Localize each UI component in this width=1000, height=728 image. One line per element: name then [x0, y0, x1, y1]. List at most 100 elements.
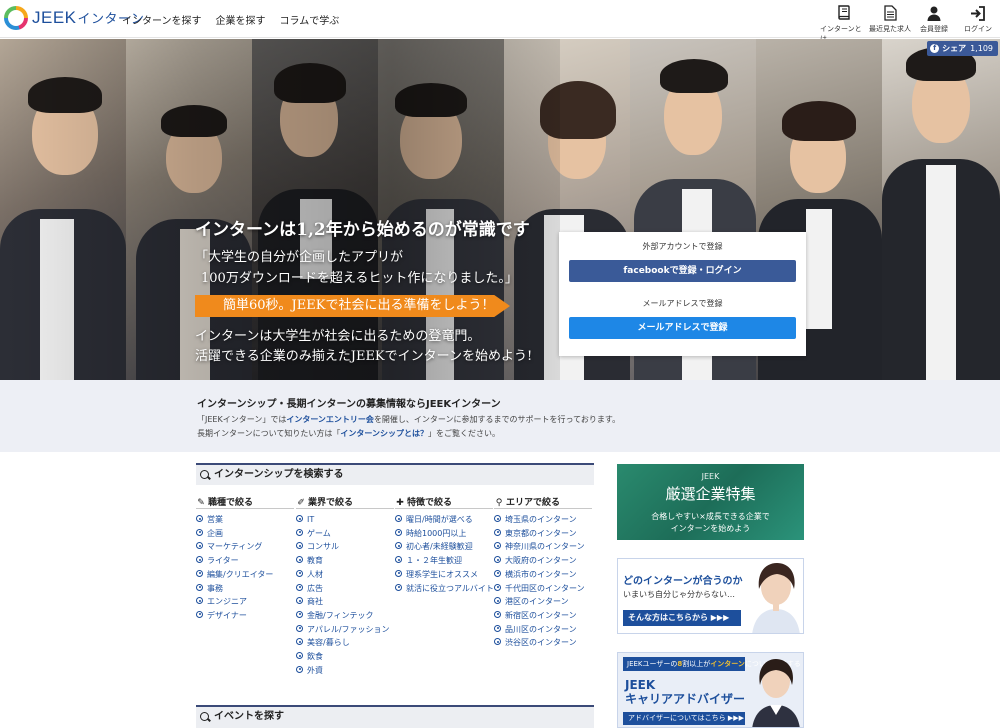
search-link[interactable]: マーケティング: [196, 540, 294, 554]
search-link[interactable]: 横浜市のインターン: [494, 568, 592, 582]
search-link-list: 埼玉県のインターン 東京都のインターン 神奈川県のインターン 大阪府のインターン 横浜市…: [494, 513, 592, 650]
search-link[interactable]: 就活に役立つアルバイト: [395, 582, 494, 596]
search-link[interactable]: ライター: [196, 554, 294, 568]
internship-search: インターンシップを検索する ✎ 職種で絞る 営業 企画 マーケティング ライター 編集/クリ…: [196, 463, 594, 697]
search-link[interactable]: ゲーム: [296, 527, 394, 541]
search-link[interactable]: IT: [296, 513, 394, 527]
search-link[interactable]: 渋谷区のインターン: [494, 636, 592, 650]
entry-event-link[interactable]: インターンエントリー会: [286, 415, 374, 424]
search-link[interactable]: 営業: [196, 513, 294, 527]
circle-bullet-icon: [494, 610, 501, 618]
ad2-button: そんな方はこちらから ▶▶▶: [623, 610, 741, 626]
internship-match-banner[interactable]: どのインターンが合うのか いまいち自分じゃ分からない… そんな方はこちらから ▶…: [617, 558, 804, 634]
search-link[interactable]: 品川区のインターン: [494, 623, 592, 637]
search-link[interactable]: 企画: [196, 527, 294, 541]
search-link[interactable]: 商社: [296, 595, 394, 609]
search-link[interactable]: 埼玉県のインターン: [494, 513, 592, 527]
circle-bullet-icon: [395, 528, 402, 536]
featured-companies-banner[interactable]: JEEK 厳選企業特集 合格しやすい×成長できる企業で インターンを始めよう: [617, 464, 804, 540]
circle-bullet-icon: [395, 583, 402, 591]
nav-login[interactable]: ログイン: [956, 4, 1000, 44]
circle-bullet-icon: [196, 556, 203, 564]
nav-about-internship[interactable]: インターンとは: [820, 4, 868, 44]
nav-recent-label: 最近見た求人: [869, 25, 911, 33]
search-column: ✎ 職種で絞る 営業 企画 マーケティング ライター 編集/クリエイター 事務 エンジニア デザイ…: [196, 495, 294, 623]
nav-recent-jobs[interactable]: 最近見た求人: [868, 4, 912, 44]
search-link-list: 営業 企画 マーケティング ライター 編集/クリエイター 事務 エンジニア デザイナー: [196, 513, 294, 623]
document-icon: [881, 4, 899, 22]
search-link[interactable]: コンサル: [296, 540, 394, 554]
intro-line-2: 長期インターンについて知りたい方は「インターンシップとは？」をご覧ください。: [197, 429, 500, 438]
search-link[interactable]: 大阪府のインターン: [494, 554, 592, 568]
circle-bullet-icon: [494, 542, 501, 550]
share-count: 1,109: [970, 44, 993, 53]
search-link[interactable]: 神奈川県のインターン: [494, 540, 592, 554]
circle-bullet-icon: [196, 597, 203, 605]
plus-icon: ✚: [396, 498, 404, 508]
circle-bullet-icon: [494, 583, 501, 591]
event-title: イベントを探す: [214, 711, 284, 722]
search-link[interactable]: 初心者/未経験歓迎: [395, 540, 493, 554]
career-advisor-banner[interactable]: JEEKユーザーの8割以上がインターンについて相談する JEEK キャリアアドバ…: [617, 652, 804, 728]
circle-bullet-icon: [196, 569, 203, 577]
search-column: ⚲ エリアで絞る 埼玉県のインターン 東京都のインターン 神奈川県のインターン 大阪府のイ…: [494, 495, 592, 650]
hero-photo-8: [882, 39, 1000, 380]
woman-illustration: [752, 563, 800, 633]
search-link[interactable]: 美容/暮らし: [296, 636, 394, 650]
search-link[interactable]: アパレル/ファッション: [296, 623, 394, 637]
circle-bullet-icon: [494, 569, 501, 577]
logo-text: JEEK: [32, 8, 77, 27]
search-link[interactable]: 広告: [296, 582, 394, 596]
search-link[interactable]: 時給1000円以上: [395, 527, 493, 541]
hero-headline: インターンは1,2年から始めるのが常識です: [195, 220, 530, 240]
search-link[interactable]: エンジニア: [196, 595, 294, 609]
search-link[interactable]: 理系学生にオススメ: [395, 568, 493, 582]
circle-bullet-icon: [296, 610, 303, 618]
email-register-button[interactable]: メールアドレスで登録: [569, 317, 796, 339]
facebook-login-button[interactable]: facebookで登録・ログイン: [569, 260, 796, 282]
circle-bullet-icon: [395, 515, 402, 522]
search-link[interactable]: 港区のインターン: [494, 595, 592, 609]
search-link[interactable]: 東京都のインターン: [494, 527, 592, 541]
hero-section: インターンは1,2年から始めるのが常識です 「大学生の自分が企画したアプリが 1…: [0, 39, 1000, 380]
nav-login-label: ログイン: [964, 25, 992, 33]
register-box: 外部アカウントで登録 facebookで登録・ログイン メールアドレスで登録 メ…: [559, 232, 806, 356]
facebook-share-button[interactable]: f シェア 1,109: [927, 41, 998, 56]
search-link[interactable]: 飲食: [296, 650, 394, 664]
hero-quote: 「大学生の自分が企画したアプリが 100万ダウンロードを超えるヒット作になりまし…: [195, 247, 518, 289]
search-column-title: ✚ 特徴で絞る: [395, 495, 493, 509]
circle-bullet-icon: [296, 569, 303, 577]
ad1-title: 厳選企業特集: [665, 485, 756, 503]
nav-find-internship[interactable]: インターンを探す: [122, 12, 202, 27]
search-link[interactable]: 金融/フィンテック: [296, 609, 394, 623]
search-link[interactable]: 外資: [296, 664, 394, 678]
search-link[interactable]: 人材: [296, 568, 394, 582]
advisor-illustration: [752, 659, 800, 727]
circle-bullet-icon: [494, 556, 501, 564]
nav-signup[interactable]: 会員登録: [912, 4, 956, 44]
what-is-internship-link[interactable]: インターンシップとは？: [340, 429, 428, 438]
search-link[interactable]: デザイナー: [196, 609, 294, 623]
search-link[interactable]: 曜日/時間が選べる: [395, 513, 493, 527]
circle-bullet-icon: [196, 528, 203, 536]
hero-banner: 簡単60秒。JEEKで社会に出る準備をしよう！: [195, 295, 510, 317]
circle-bullet-icon: [196, 583, 203, 591]
search-link[interactable]: 事務: [196, 582, 294, 596]
circle-bullet-icon: [296, 624, 303, 632]
global-nav: インターンを探す 企業を探す コラムで学ぶ: [122, 12, 339, 27]
search-link[interactable]: 新宿区のインターン: [494, 609, 592, 623]
search-link[interactable]: 千代田区のインターン: [494, 582, 592, 596]
circle-bullet-icon: [494, 624, 501, 632]
search-link[interactable]: 教育: [296, 554, 394, 568]
ad2-title: どのインターンが合うのか: [623, 576, 743, 587]
ad3-button: アドバイザーについてはこちら ▶▶▶: [623, 712, 745, 725]
nav-column[interactable]: コラムで学ぶ: [280, 12, 340, 27]
circle-bullet-icon: [296, 597, 303, 605]
search-link[interactable]: １・２年生歓迎: [395, 554, 493, 568]
facebook-icon: f: [930, 44, 940, 53]
search-column-title: ⚲ エリアで絞る: [494, 495, 592, 509]
search-link[interactable]: 編集/クリエイター: [196, 568, 294, 582]
nav-find-company[interactable]: 企業を探す: [216, 12, 266, 27]
site-header: JEEKインターン インターンを探す 企業を探す コラムで学ぶ インターンとは …: [0, 0, 1000, 43]
search-column: ✚ 特徴で絞る 曜日/時間が選べる 時給1000円以上 初心者/未経験歓迎 １・２年生歓迎…: [395, 495, 494, 596]
